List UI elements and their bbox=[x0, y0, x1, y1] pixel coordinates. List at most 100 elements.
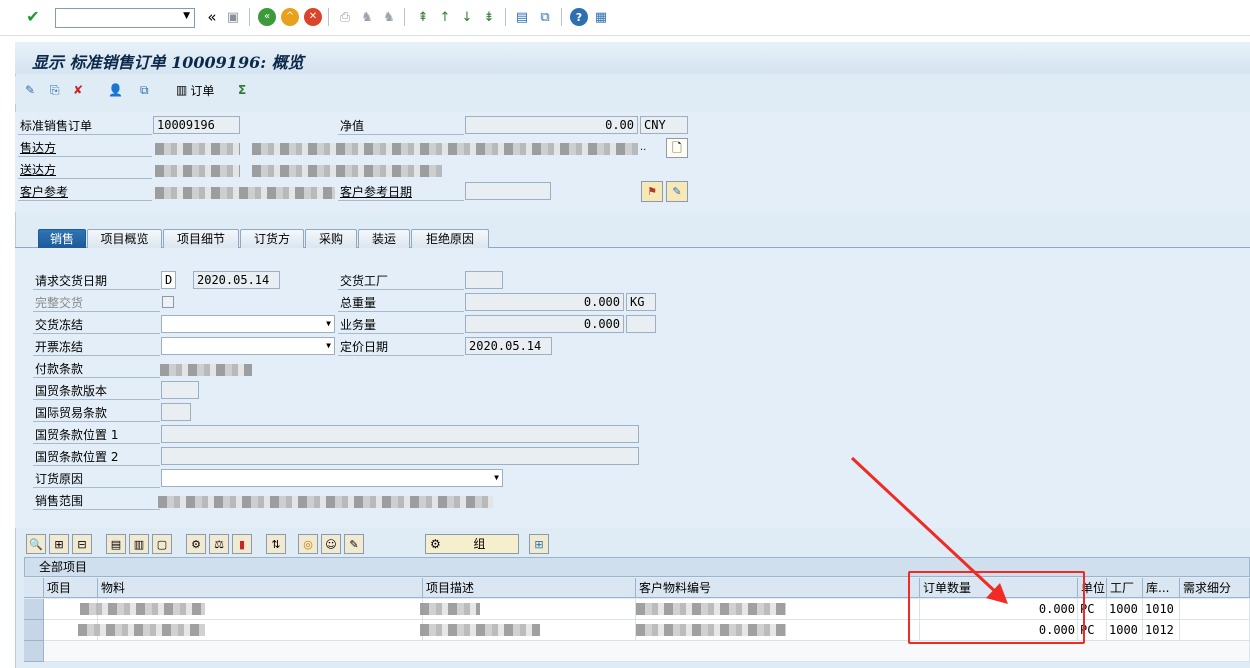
change-icon[interactable]: ✎ bbox=[344, 534, 364, 554]
incoterms-version-field[interactable] bbox=[161, 381, 199, 399]
cancel-icon[interactable]: ✕ bbox=[304, 8, 322, 26]
order-label: 标准销售订单 bbox=[18, 117, 152, 135]
currency-field[interactable]: CNY bbox=[640, 116, 688, 134]
enter-icon[interactable]: ✔ bbox=[24, 8, 42, 26]
order-reason-select[interactable]: ▼ bbox=[161, 469, 503, 487]
req-delivery-date-field[interactable]: 2020.05.14 bbox=[193, 271, 280, 289]
req-segment-cell[interactable] bbox=[1180, 620, 1250, 641]
total-weight-field[interactable]: 0.000 bbox=[465, 293, 624, 311]
column-header-description[interactable]: 项目描述 bbox=[423, 578, 636, 598]
help-icon[interactable]: ? bbox=[570, 8, 588, 26]
tab-ordering-party[interactable]: 订货方 bbox=[240, 229, 304, 248]
tab-reason-rejection[interactable]: 拒绝原因 bbox=[411, 229, 489, 248]
tab-procurement[interactable]: 采购 bbox=[305, 229, 357, 248]
availability-icon[interactable]: ▮ bbox=[232, 534, 252, 554]
insert-row-icon[interactable]: ⊞ bbox=[49, 534, 69, 554]
chevron-down-icon[interactable]: ▼ bbox=[183, 11, 190, 21]
item-detail-icon[interactable]: 🔍 bbox=[26, 534, 46, 554]
command-field[interactable]: ▼ bbox=[55, 8, 195, 28]
row-selector[interactable] bbox=[24, 599, 44, 620]
back-icon[interactable]: « bbox=[258, 8, 276, 26]
partner-icon[interactable]: ☺ bbox=[321, 534, 341, 554]
empty-row[interactable] bbox=[44, 641, 1250, 662]
column-header-storage-location[interactable]: 库... bbox=[1143, 578, 1180, 598]
chevron-down-icon[interactable]: ▼ bbox=[494, 470, 499, 486]
select-all-icon[interactable]: ▤ bbox=[106, 534, 126, 554]
weight-unit-field[interactable]: KG bbox=[626, 293, 656, 311]
req-delivery-date-type-field[interactable]: D bbox=[161, 271, 176, 289]
incoterms-loc1-field[interactable] bbox=[161, 425, 639, 443]
check-cancel-icon[interactable]: ✘ bbox=[73, 81, 83, 99]
chevron-down-icon[interactable]: ▼ bbox=[326, 316, 331, 332]
table-settings-icon[interactable]: ⊞ bbox=[529, 534, 549, 554]
find-icon[interactable]: ♞ bbox=[358, 8, 376, 26]
column-header-material[interactable]: 物料 bbox=[98, 578, 423, 598]
tab-sales[interactable]: 销售 bbox=[38, 229, 86, 248]
sum-icon[interactable]: Σ bbox=[238, 81, 246, 99]
grid-icon: ▥ bbox=[176, 83, 188, 97]
sort-icon[interactable]: ⇅ bbox=[266, 534, 286, 554]
double-chevron-left-icon[interactable]: « bbox=[203, 8, 221, 26]
pricing-date-field[interactable]: 2020.05.14 bbox=[465, 337, 552, 355]
person-icon[interactable]: 👤 bbox=[108, 81, 123, 99]
delivery-block-select[interactable]: ▼ bbox=[161, 315, 335, 333]
plant-cell[interactable]: 1000 bbox=[1107, 599, 1143, 620]
column-header-plant[interactable]: 工厂 bbox=[1107, 578, 1143, 598]
volume-unit-field[interactable] bbox=[626, 315, 656, 333]
incoterms-field[interactable] bbox=[161, 403, 191, 421]
delivering-plant-field[interactable] bbox=[465, 271, 503, 289]
sold-to-label[interactable]: 售达方 bbox=[18, 139, 152, 157]
net-value-field[interactable]: 0.00 bbox=[465, 116, 638, 134]
sold-to-name-redacted bbox=[252, 143, 638, 155]
save-icon[interactable]: ▣ bbox=[224, 8, 242, 26]
display-document-icon[interactable]: ⧉ bbox=[140, 81, 149, 99]
deselect-all-icon[interactable]: ▢ bbox=[152, 534, 172, 554]
document-icon[interactable]: 🗋 bbox=[666, 138, 688, 158]
plant-cell[interactable]: 1000 bbox=[1107, 620, 1143, 641]
pricing-icon[interactable]: ⚖ bbox=[209, 534, 229, 554]
tab-shipping[interactable]: 装运 bbox=[358, 229, 410, 248]
row-selector[interactable] bbox=[24, 620, 44, 641]
edit-icon[interactable]: ✎ bbox=[666, 181, 688, 202]
next-page-icon[interactable]: ↓ bbox=[458, 8, 476, 26]
group-button[interactable]: ⚙ 组 bbox=[425, 534, 519, 554]
display-change-icon[interactable]: ✎ bbox=[25, 81, 35, 99]
cust-ref-date-field[interactable] bbox=[465, 182, 551, 200]
last-page-icon[interactable]: ⇟ bbox=[480, 8, 498, 26]
grid-corner[interactable] bbox=[24, 578, 44, 598]
prev-page-icon[interactable]: ↑ bbox=[436, 8, 454, 26]
configuration-icon[interactable]: ⚙ bbox=[186, 534, 206, 554]
storage-location-cell[interactable]: 1010 bbox=[1143, 599, 1180, 620]
payment-terms-label: 付款条款 bbox=[33, 360, 160, 378]
select-block-icon[interactable]: ▥ bbox=[129, 534, 149, 554]
volume-field[interactable]: 0.000 bbox=[465, 315, 624, 333]
column-header-item[interactable]: 项目 bbox=[44, 578, 98, 598]
new-session-icon[interactable]: ▤ bbox=[513, 8, 531, 26]
incoterms-label: 国际贸易条款 bbox=[33, 404, 160, 422]
print-icon[interactable]: ⎙ bbox=[336, 8, 354, 26]
order-number-field[interactable]: 10009196 bbox=[153, 116, 240, 134]
first-page-icon[interactable]: ⇞ bbox=[414, 8, 432, 26]
toolbar-separator bbox=[404, 8, 405, 26]
ship-to-label[interactable]: 送达方 bbox=[18, 161, 152, 179]
req-segment-cell[interactable] bbox=[1180, 599, 1250, 620]
order-button[interactable]: ▥ 订单 bbox=[176, 81, 214, 99]
delete-row-icon[interactable]: ⊟ bbox=[72, 534, 92, 554]
exit-icon[interactable]: ^ bbox=[281, 8, 299, 26]
header-detail-icon[interactable]: ⚑ bbox=[641, 181, 663, 202]
schedule-lines-icon[interactable]: ◎ bbox=[298, 534, 318, 554]
incoterms-loc2-field[interactable] bbox=[161, 447, 639, 465]
row-selector[interactable] bbox=[24, 641, 44, 662]
column-header-req-segment[interactable]: 需求细分 bbox=[1180, 578, 1250, 598]
billing-block-select[interactable]: ▼ bbox=[161, 337, 335, 355]
document-flow-icon[interactable]: ⎘ bbox=[50, 81, 60, 99]
complete-delivery-checkbox[interactable] bbox=[162, 296, 174, 308]
find-next-icon[interactable]: ♞ bbox=[380, 8, 398, 26]
shortcut-icon[interactable]: ⧉ bbox=[536, 8, 554, 26]
customize-layout-icon[interactable]: ▦ bbox=[592, 8, 610, 26]
tab-item-overview[interactable]: 项目概览 bbox=[87, 229, 162, 248]
storage-location-cell[interactable]: 1012 bbox=[1143, 620, 1180, 641]
delivery-block-label: 交货冻结 bbox=[33, 316, 160, 334]
tab-item-detail[interactable]: 项目细节 bbox=[163, 229, 239, 248]
chevron-down-icon[interactable]: ▼ bbox=[326, 338, 331, 354]
